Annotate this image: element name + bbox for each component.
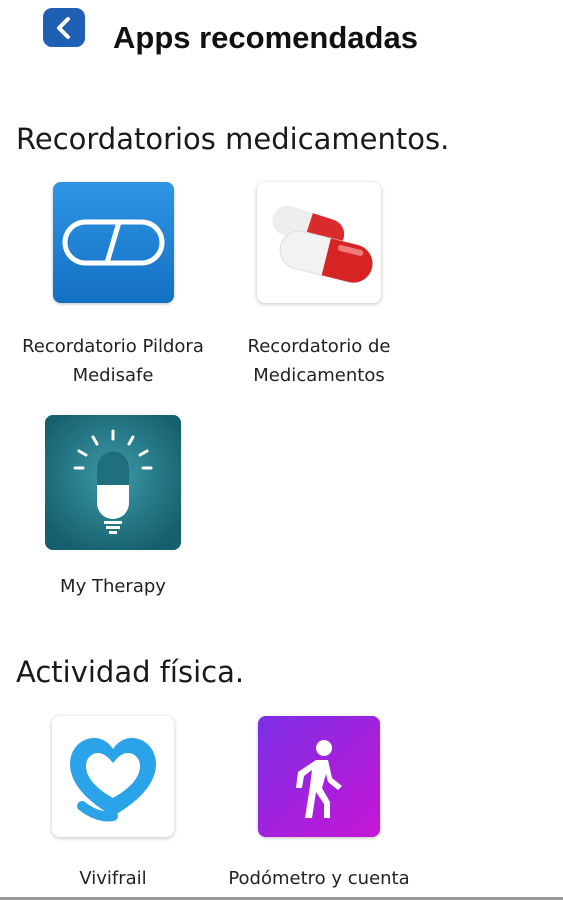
app-label-my-therapy: My Therapy [60,576,166,597]
back-button[interactable] [43,8,85,47]
app-tile-vivifrail[interactable]: Vivifrail [18,716,208,893]
blue-heart-icon [52,716,174,837]
app-label-medisafe: Recordatorio Pildora Medisafe [22,336,204,386]
page-title: Apps recomendadas [113,20,418,55]
section-title-physical-activity: Actividad física. [16,655,245,689]
app-label-podometro: Podómetro y cuenta [228,868,410,889]
red-capsule-icon [257,182,381,303]
app-tile-podometro[interactable]: Podómetro y cuenta [224,716,414,893]
walking-person-icon [258,716,380,837]
lightbulb-pill-icon [45,415,181,550]
app-label-recordatorio-medicamentos: Recordatorio de Medicamentos [247,336,391,386]
section-title-medication-reminders: Recordatorios medicamentos. [16,122,450,156]
medisafe-pill-icon [52,182,174,303]
app-tile-medisafe[interactable]: Recordatorio Pildora Medisafe [18,182,208,390]
app-tile-recordatorio-medicamentos[interactable]: Recordatorio de Medicamentos [224,182,414,390]
app-label-vivifrail: Vivifrail [79,868,147,889]
app-header: Apps recomendadas [0,0,563,90]
app-tile-my-therapy[interactable]: My Therapy [18,415,208,601]
chevron-left-icon [57,16,70,39]
